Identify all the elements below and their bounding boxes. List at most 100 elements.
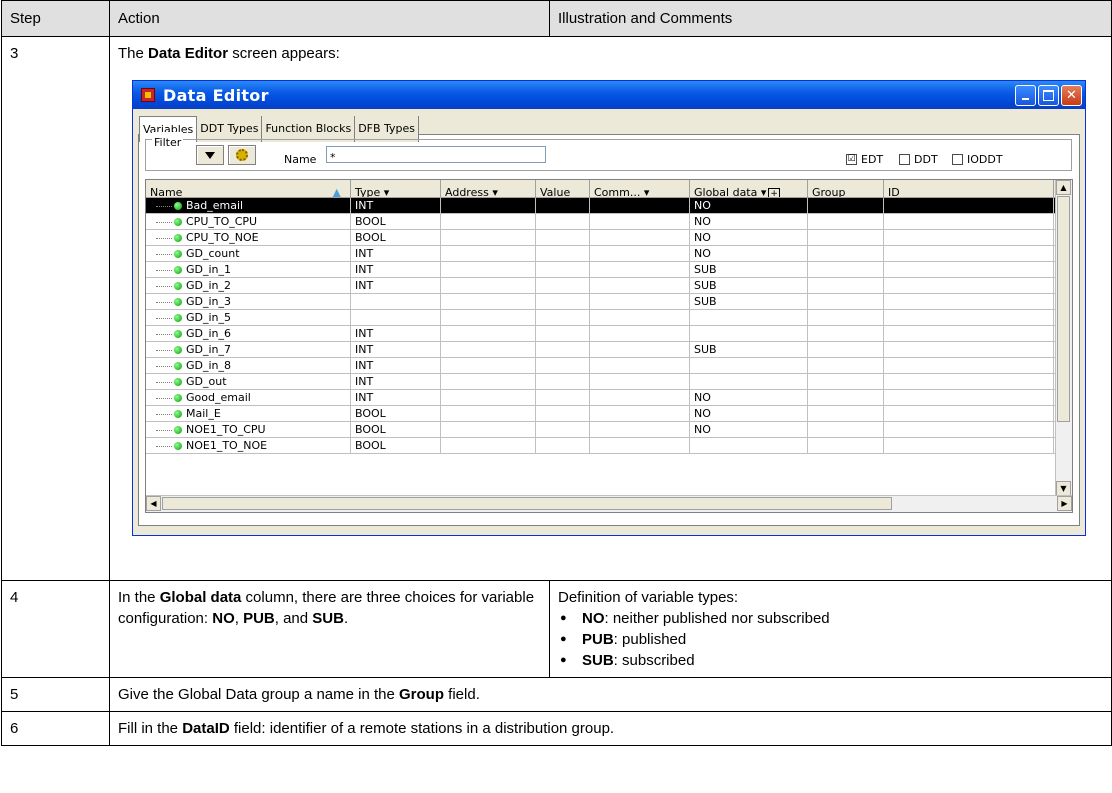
cell-value[interactable] [536, 278, 590, 293]
cell-group[interactable] [808, 294, 884, 309]
table-row[interactable]: GD_count INT NO [146, 246, 1072, 262]
col-address[interactable]: Address ▾ [441, 180, 536, 197]
cell-group[interactable] [808, 374, 884, 389]
cell-address[interactable] [441, 358, 536, 373]
cell-group[interactable] [808, 198, 884, 213]
cell-global-data[interactable]: NO [690, 406, 808, 421]
name-filter-input[interactable]: * [326, 146, 546, 164]
cell-global-data[interactable]: NO [690, 198, 808, 213]
expand-icon[interactable]: + [768, 188, 780, 197]
cell-value[interactable] [536, 262, 590, 277]
cell-id[interactable] [884, 278, 1054, 293]
cell-name[interactable]: GD_in_5 [146, 310, 351, 325]
cell-address[interactable] [441, 198, 536, 213]
table-row[interactable]: GD_in_5 [146, 310, 1072, 326]
cell-comment[interactable] [590, 374, 690, 389]
cell-address[interactable] [441, 214, 536, 229]
cell-comment[interactable] [590, 294, 690, 309]
cell-global-data[interactable]: NO [690, 422, 808, 437]
table-row[interactable]: Bad_email INT NO [146, 198, 1072, 214]
ioddt-checkbox[interactable]: IODDT [952, 149, 1003, 170]
cell-type[interactable]: INT [351, 326, 441, 341]
cell-comment[interactable] [590, 262, 690, 277]
horizontal-scroll-thumb[interactable] [162, 497, 892, 510]
table-row[interactable]: GD_in_2 INT SUB [146, 278, 1072, 294]
cell-group[interactable] [808, 230, 884, 245]
cell-type[interactable]: INT [351, 358, 441, 373]
table-row[interactable]: GD_in_6 INT [146, 326, 1072, 342]
cell-name[interactable]: Good_email [146, 390, 351, 405]
cell-id[interactable] [884, 374, 1054, 389]
cell-name[interactable]: CPU_TO_NOE [146, 230, 351, 245]
table-row[interactable]: Mail_E BOOL NO [146, 406, 1072, 422]
cell-name[interactable]: GD_out [146, 374, 351, 389]
cell-comment[interactable] [590, 438, 690, 453]
table-row[interactable]: GD_in_1 INT SUB [146, 262, 1072, 278]
cell-group[interactable] [808, 390, 884, 405]
cell-id[interactable] [884, 214, 1054, 229]
cell-group[interactable] [808, 342, 884, 357]
cell-group[interactable] [808, 438, 884, 453]
cell-value[interactable] [536, 390, 590, 405]
cell-global-data[interactable]: NO [690, 230, 808, 245]
cell-address[interactable] [441, 438, 536, 453]
cell-value[interactable] [536, 246, 590, 261]
window-titlebar[interactable]: Data Editor ✕ [133, 81, 1085, 109]
maximize-button[interactable] [1038, 84, 1059, 106]
cell-value[interactable] [536, 310, 590, 325]
cell-address[interactable] [441, 278, 536, 293]
close-button[interactable]: ✕ [1061, 84, 1082, 106]
cell-comment[interactable] [590, 358, 690, 373]
cell-value[interactable] [536, 358, 590, 373]
cell-name[interactable]: NOE1_TO_CPU [146, 422, 351, 437]
scroll-right-icon[interactable]: ▶ [1057, 496, 1072, 511]
cell-comment[interactable] [590, 390, 690, 405]
cell-name[interactable]: GD_in_6 [146, 326, 351, 341]
cell-comment[interactable] [590, 422, 690, 437]
col-type[interactable]: Type ▾ [351, 180, 441, 197]
cell-type[interactable]: INT [351, 262, 441, 277]
cell-value[interactable] [536, 326, 590, 341]
cell-value[interactable] [536, 294, 590, 309]
table-row[interactable]: CPU_TO_NOE BOOL NO [146, 230, 1072, 246]
cell-address[interactable] [441, 374, 536, 389]
cell-group[interactable] [808, 358, 884, 373]
cell-comment[interactable] [590, 310, 690, 325]
cell-id[interactable] [884, 246, 1054, 261]
cell-global-data[interactable] [690, 438, 808, 453]
cell-global-data[interactable]: NO [690, 214, 808, 229]
cell-group[interactable] [808, 422, 884, 437]
cell-type[interactable]: BOOL [351, 230, 441, 245]
cell-address[interactable] [441, 342, 536, 357]
cell-address[interactable] [441, 422, 536, 437]
cell-group[interactable] [808, 214, 884, 229]
cell-global-data[interactable]: SUB [690, 278, 808, 293]
cell-type[interactable]: INT [351, 390, 441, 405]
cell-type[interactable]: INT [351, 278, 441, 293]
cell-id[interactable] [884, 294, 1054, 309]
cell-comment[interactable] [590, 198, 690, 213]
cell-name[interactable]: Mail_E [146, 406, 351, 421]
cell-type[interactable]: BOOL [351, 214, 441, 229]
cell-comment[interactable] [590, 246, 690, 261]
cell-value[interactable] [536, 374, 590, 389]
cell-global-data[interactable] [690, 358, 808, 373]
table-row[interactable]: GD_in_3 SUB [146, 294, 1072, 310]
edt-checkbox[interactable]: ☑ EDT [846, 149, 883, 170]
cell-id[interactable] [884, 438, 1054, 453]
cell-address[interactable] [441, 326, 536, 341]
table-row[interactable]: GD_out INT [146, 374, 1072, 390]
cell-value[interactable] [536, 342, 590, 357]
cell-address[interactable] [441, 230, 536, 245]
cell-id[interactable] [884, 326, 1054, 341]
cell-type[interactable] [351, 310, 441, 325]
cell-value[interactable] [536, 214, 590, 229]
scroll-left-icon[interactable]: ◀ [146, 496, 161, 511]
cell-group[interactable] [808, 326, 884, 341]
cell-value[interactable] [536, 230, 590, 245]
table-row[interactable]: Good_email INT NO [146, 390, 1072, 406]
cell-global-data[interactable]: SUB [690, 262, 808, 277]
cell-type[interactable]: INT [351, 342, 441, 357]
filter-settings-button[interactable] [228, 145, 256, 165]
cell-type[interactable] [351, 294, 441, 309]
